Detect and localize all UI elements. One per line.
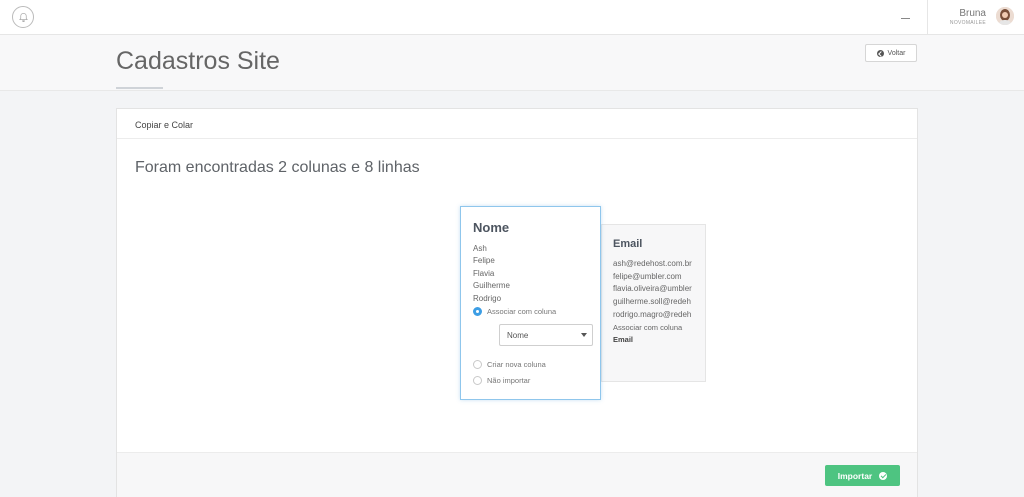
radio-skip-label: Não importar [487,376,531,385]
column-value: Felipe [473,256,495,265]
import-button[interactable]: Importar [825,465,900,486]
bell-icon[interactable] [12,6,34,28]
column-select-value: Nome [507,331,529,340]
panel-header: Copiar e Colar [117,109,917,139]
column-value: Rodrigo [473,294,502,303]
column-value: guilherme.soll@redeh [613,297,691,306]
user-avatar-icon [996,7,1014,25]
radio-checked-icon [473,307,482,316]
radio-skip[interactable]: Não importar [473,376,530,385]
back-button-label: Voltar [887,49,906,57]
panel-title: Copiar e Colar [135,120,194,130]
check-circle-icon [879,471,888,480]
back-button[interactable]: Voltar [865,44,917,62]
user-subtitle: NOVOMAILEE [949,20,986,26]
import-panel: Copiar e Colar Foram encontradas 2 colun… [116,108,918,497]
panel-footer: Importar [117,452,917,497]
associated-column: Email [613,335,634,344]
page-title: Cadastros Site [116,47,280,75]
minimize-icon[interactable] [899,8,913,22]
column-value: rodrigo.magro@redeh [613,310,692,319]
back-arrow-icon [876,49,884,57]
user-name[interactable]: Bruna [959,8,986,19]
column-card-nome[interactable]: Nome Ash Felipe Flavia Guilherme Rodrigo… [460,206,601,400]
radio-new-column[interactable]: Criar nova coluna [473,360,546,369]
top-bar: Bruna NOVOMAILEE [0,0,1024,35]
found-summary: Foram encontradas 2 colunas e 8 linhas [135,159,420,176]
caret-down-icon [581,333,587,337]
avatar[interactable] [996,7,1014,25]
bell-icon-glyph [18,12,28,22]
column-card-email[interactable]: Email ash@redehost.com.br felipe@umbler.… [601,224,706,382]
radio-associate-label: Associar com coluna [487,307,557,316]
radio-unchecked-icon [473,376,482,385]
title-underline [116,87,163,89]
column-value: Flavia [473,269,495,278]
column-title: Nome [473,220,510,235]
radio-new-column-label: Criar nova coluna [487,360,546,369]
column-value: felipe@umbler.com [613,272,682,281]
radio-unchecked-icon [473,360,482,369]
column-value: ash@redehost.com.br [613,259,692,268]
column-value: flavia.oliveira@umbler [613,284,692,293]
column-value: Guilherme [473,281,510,290]
column-select[interactable]: Nome [499,324,593,346]
radio-associate[interactable]: Associar com coluna [473,307,556,316]
associate-label: Associar com coluna [613,323,683,332]
column-title: Email [613,238,643,250]
import-button-label: Importar [837,470,873,481]
column-value: Ash [473,244,487,253]
topbar-divider [927,0,928,35]
